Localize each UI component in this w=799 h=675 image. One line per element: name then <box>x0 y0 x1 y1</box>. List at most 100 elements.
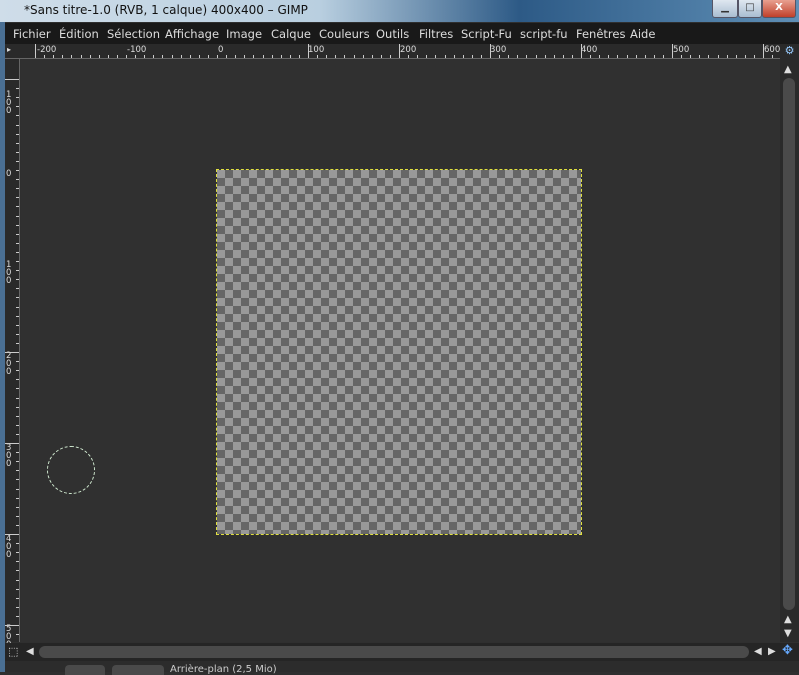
ruler-tick <box>162 55 164 58</box>
vertical-ruler[interactable]: 100 0 100 200 300 400 500 <box>5 59 20 649</box>
ruler-tick <box>189 55 191 58</box>
ruler-label: 400 <box>581 45 598 55</box>
menu-calque[interactable]: Calque <box>271 27 311 41</box>
ruler-tick <box>16 215 19 217</box>
ruler-tick <box>763 44 764 58</box>
ruler-tick <box>16 261 19 262</box>
scroll-right-icon[interactable]: ▶ <box>768 646 776 657</box>
ruler-label: 600 <box>764 45 781 55</box>
ruler-tick <box>280 55 282 58</box>
ruler-tick <box>16 506 19 508</box>
menu-affichage[interactable]: Affichage <box>165 27 219 41</box>
ruler-tick <box>690 55 692 58</box>
toggle-quick-mask-icon[interactable]: ⬚ <box>8 645 18 658</box>
ruler-tick <box>16 579 19 581</box>
ruler-tick <box>408 55 410 58</box>
ruler-tick <box>308 44 309 58</box>
vertical-scroll-thumb[interactable] <box>783 78 795 610</box>
menu-aide[interactable]: Aide <box>630 27 655 41</box>
ruler-tick <box>444 55 446 58</box>
ruler-tick <box>526 55 528 58</box>
ruler-tick <box>153 55 155 58</box>
ruler-tick <box>16 315 19 317</box>
scroll-up-icon[interactable]: ▲ <box>784 64 792 75</box>
ruler-tick <box>16 570 19 572</box>
menu-fenetres[interactable]: Fenêtres <box>576 27 625 41</box>
scroll-down-icon[interactable]: ▼ <box>784 628 792 639</box>
ruler-tick <box>590 55 592 58</box>
scroll-up-icon[interactable]: ▲ <box>784 614 792 625</box>
minimize-button[interactable]: ▁ <box>712 0 738 18</box>
status-text: Arrière-plan (2,5 Mio) <box>170 664 277 675</box>
ruler-tick <box>417 55 419 58</box>
menu-couleurs[interactable]: Couleurs <box>319 27 370 41</box>
navigate-icon[interactable]: ✥ <box>782 643 793 658</box>
ruler-tick <box>289 55 291 58</box>
ruler-tick <box>16 133 19 135</box>
ruler-tick <box>16 461 19 463</box>
brush-outline-cursor <box>47 446 95 494</box>
ruler-tick <box>462 55 464 58</box>
menu-script-fu[interactable]: Script-Fu <box>461 27 512 41</box>
ruler-tick <box>480 55 482 58</box>
ruler-tick <box>16 142 19 144</box>
ruler-tick <box>16 324 19 326</box>
ruler-tick <box>335 55 337 58</box>
ruler-tick <box>226 55 228 58</box>
menu-edition[interactable]: Édition <box>59 27 99 41</box>
zoom-navigate-icon[interactable]: ⚙ <box>780 44 799 60</box>
menu-outils[interactable]: Outils <box>376 27 409 41</box>
ruler-tick <box>471 55 473 58</box>
ruler-tick <box>207 55 209 58</box>
menu-fichier[interactable]: Fichier <box>13 27 51 41</box>
ruler-tick <box>16 552 19 554</box>
ruler-tick <box>16 561 19 563</box>
ruler-tick <box>16 452 19 454</box>
ruler-tick <box>53 55 55 58</box>
ruler-tick <box>553 55 555 58</box>
horizontal-scroll-thumb[interactable] <box>39 646 749 658</box>
ruler-tick <box>571 55 573 58</box>
menu-image[interactable]: Image <box>226 27 262 41</box>
image-canvas[interactable] <box>216 169 582 535</box>
ruler-tick <box>16 497 19 499</box>
ruler-tick <box>16 151 19 153</box>
quick-mask-menu-icon[interactable]: ▸ <box>7 45 11 54</box>
ruler-tick <box>699 55 701 58</box>
menu-script-fu-2[interactable]: script-fu <box>520 27 568 41</box>
ruler-tick <box>16 188 19 190</box>
ruler-tick <box>362 55 364 58</box>
maximize-button[interactable]: □ <box>738 0 762 18</box>
ruler-label: 300 <box>6 443 12 469</box>
ruler-tick <box>89 55 91 58</box>
ruler-tick <box>144 55 146 58</box>
ruler-tick <box>16 588 19 590</box>
ruler-tick <box>608 55 610 58</box>
ruler-tick <box>16 233 19 235</box>
ruler-tick <box>426 55 428 58</box>
ruler-tick <box>16 543 19 545</box>
ruler-tick <box>16 615 19 617</box>
menu-filtres[interactable]: Filtres <box>419 27 453 41</box>
ruler-tick <box>499 55 501 58</box>
ruler-tick <box>581 44 582 58</box>
ruler-tick <box>617 55 619 58</box>
ruler-tick <box>16 224 19 226</box>
ruler-tick <box>16 379 19 381</box>
menu-selection[interactable]: Sélection <box>107 27 160 41</box>
ruler-tick <box>16 415 19 417</box>
ruler-tick <box>126 55 127 58</box>
ruler-tick <box>16 115 19 117</box>
unit-selector[interactable] <box>65 665 105 675</box>
ruler-tick <box>453 55 455 58</box>
zoom-selector[interactable] <box>112 665 164 675</box>
scroll-left-icon[interactable]: ◀ <box>26 646 34 657</box>
ruler-tick <box>180 55 182 58</box>
title-bar: *Sans titre-1.0 (RVB, 1 calque) 400x400 … <box>0 0 799 22</box>
scroll-left-icon[interactable]: ◀ <box>754 646 762 657</box>
horizontal-ruler[interactable]: ▸ -200 -100 0 100 200 300 400 500 600 <box>5 44 780 59</box>
ruler-tick <box>5 352 19 353</box>
close-button[interactable]: X <box>762 0 796 18</box>
ruler-tick <box>681 55 683 58</box>
ruler-tick <box>726 55 728 58</box>
